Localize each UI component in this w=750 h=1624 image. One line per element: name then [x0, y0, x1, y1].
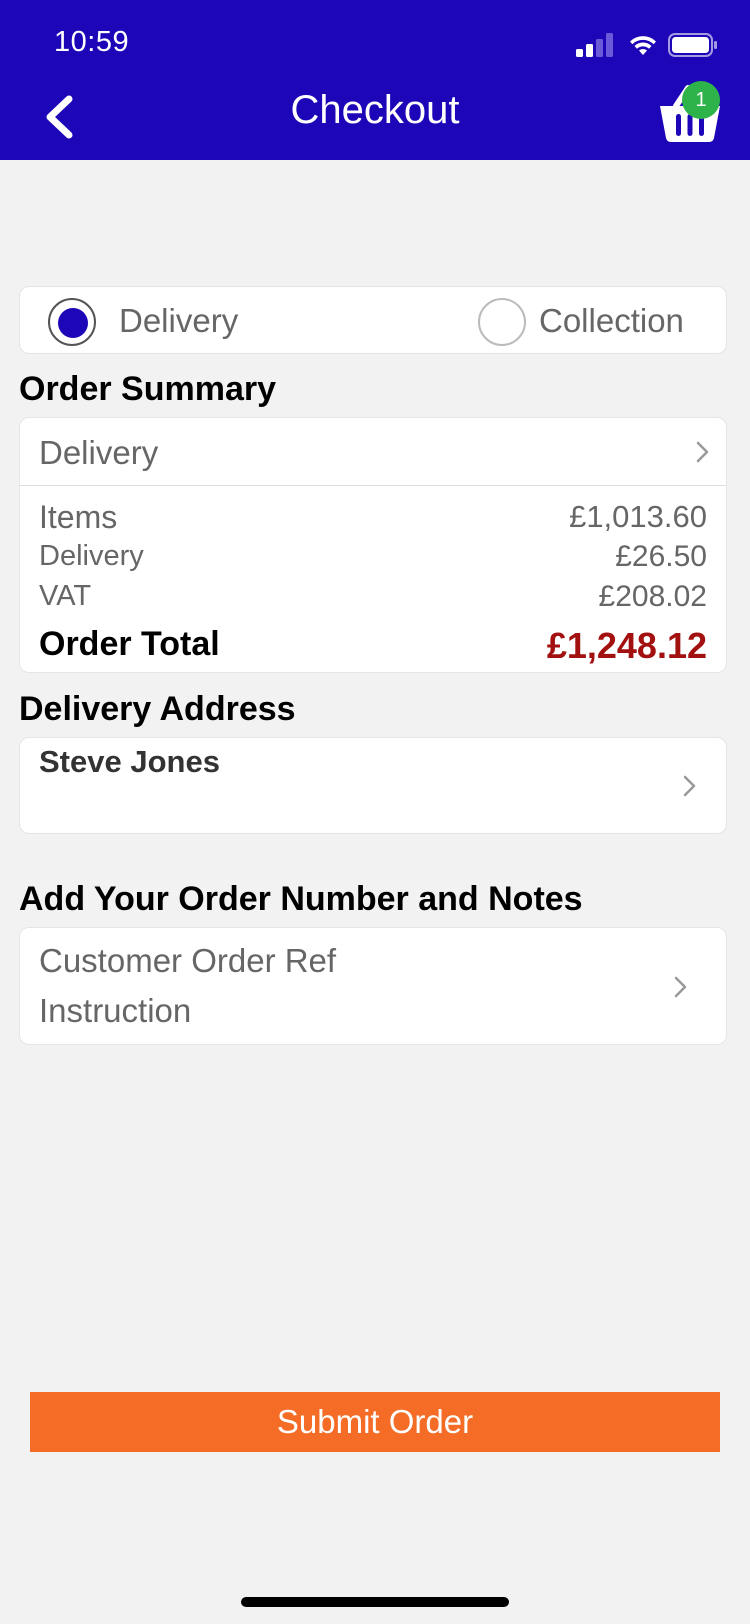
delivery-fee-label: Delivery [39, 540, 144, 572]
address-name: Steve Jones [39, 744, 220, 779]
instruction-label: Instruction [39, 992, 192, 1029]
chevron-right-icon [674, 975, 688, 999]
basket-count-badge: 1 [682, 81, 720, 119]
fulfilment-toggle: Delivery Collection [19, 286, 727, 354]
delivery-address-heading: Delivery Address [19, 690, 296, 728]
top-bar: 10:59 Checkout 1 [0, 0, 750, 160]
delivery-option-label[interactable]: Delivery [119, 302, 238, 340]
submit-order-button[interactable]: Submit Order [30, 1392, 720, 1452]
signal-icon [576, 33, 613, 57]
items-label: Items [39, 499, 118, 535]
collection-option-label[interactable]: Collection [539, 302, 684, 340]
checkout-screen: 10:59 Checkout 1 Delivery Collection Ord… [0, 0, 750, 1624]
status-time: 10:59 [54, 26, 130, 58]
order-total-value: £1,248.12 [546, 625, 707, 666]
delivery-method-row[interactable]: Delivery [20, 418, 726, 486]
chevron-right-icon [696, 440, 710, 464]
vat-value: £208.02 [598, 580, 707, 613]
battery-icon [668, 33, 717, 57]
items-value: £1,013.60 [569, 499, 707, 534]
order-notes-heading: Add Your Order Number and Notes [19, 880, 583, 918]
customer-order-ref-label: Customer Order Ref [39, 942, 337, 979]
order-notes-card[interactable]: Customer Order Ref Instruction [19, 927, 727, 1045]
chevron-right-icon [683, 774, 697, 798]
delivery-method-label: Delivery [39, 434, 159, 471]
delivery-address-card[interactable]: Steve Jones [19, 737, 727, 834]
order-total-label: Order Total [39, 625, 220, 663]
page-title: Checkout [290, 88, 460, 132]
order-summary-card: Delivery Items £1,013.60 Delivery £26.50… [19, 417, 727, 673]
delivery-radio[interactable] [48, 298, 96, 346]
vat-label: VAT [39, 580, 92, 612]
home-indicator[interactable] [241, 1597, 509, 1607]
delivery-fee-value: £26.50 [615, 540, 707, 573]
wifi-icon [630, 36, 656, 55]
order-summary-heading: Order Summary [19, 370, 276, 408]
status-icons [576, 30, 718, 60]
collection-radio[interactable] [478, 298, 526, 346]
